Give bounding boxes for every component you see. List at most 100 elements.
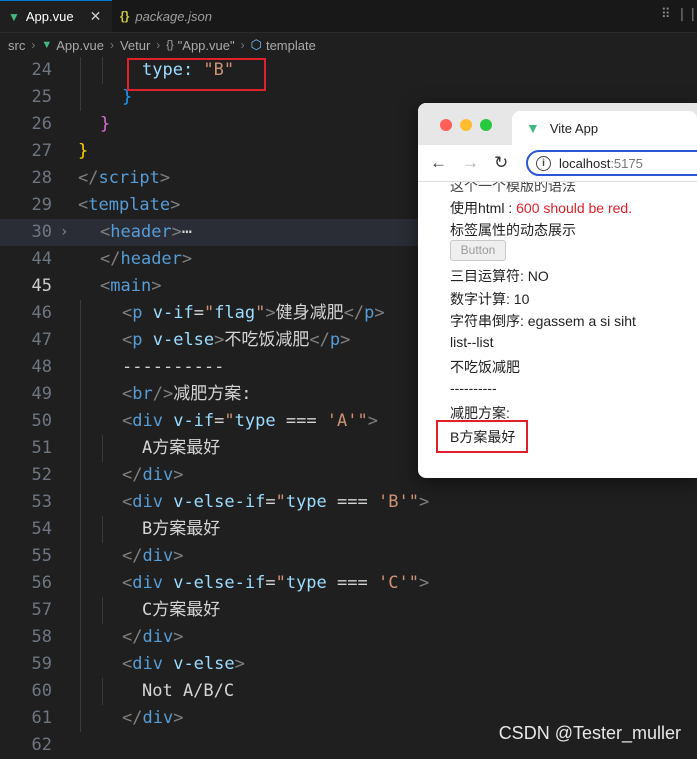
code-token: v-else	[142, 330, 215, 350]
code-token: >	[170, 195, 181, 215]
code-text: </header>	[100, 246, 192, 273]
code-line[interactable]: 53 <div v-else-if="type === 'B'">	[0, 489, 697, 516]
info-icon[interactable]: i	[536, 155, 551, 171]
reload-icon[interactable]: ↻	[494, 153, 508, 173]
dashes-line: ----------	[450, 380, 497, 396]
line-number: 47	[31, 330, 52, 350]
indent-guide	[80, 462, 81, 489]
code-line[interactable]: 24 type: "B"	[0, 57, 697, 84]
back-arrow-icon[interactable]: ←	[430, 153, 447, 173]
code-text: <div v-else-if="type === 'B'">	[122, 489, 429, 516]
maximize-window-icon[interactable]	[480, 119, 492, 131]
line-number: 26	[31, 114, 52, 134]
code-token: A方案最好	[142, 438, 221, 458]
code-token: 不吃饭减肥	[224, 330, 310, 350]
code-line[interactable]: 60 Not A/B/C	[0, 678, 697, 705]
tab-app-vue[interactable]: ▼ App.vue ✕	[0, 0, 112, 32]
line-number: 44	[31, 249, 52, 269]
code-token: >	[173, 627, 184, 647]
code-token: <	[100, 222, 111, 242]
code-line[interactable]: 59 <div v-else>	[0, 651, 697, 678]
indent-guide	[80, 435, 81, 462]
indent-guide	[102, 435, 103, 462]
browser-toolbar: ← → ↻ i localhost:5175	[418, 145, 697, 182]
code-text: }	[78, 138, 88, 165]
breadcrumb-item-vetur[interactable]: Vetur	[120, 38, 150, 53]
tab-package-json[interactable]: {} package.json	[112, 0, 252, 32]
code-token: "	[203, 303, 215, 323]
breadcrumb-item-src[interactable]: src	[8, 38, 25, 53]
indent-guide	[80, 543, 81, 570]
code-token: </	[122, 708, 143, 728]
indent-guide	[80, 327, 81, 354]
tab-label: package.json	[135, 8, 212, 24]
code-token: ===	[326, 573, 378, 593]
split-editor-icon[interactable]: ❘❘	[677, 6, 697, 21]
browser-window: ▼ Vite App ← → ↻ i localhost:5175 这个一个模版…	[418, 103, 697, 478]
code-line[interactable]: 56 <div v-else-if="type === 'C'">	[0, 570, 697, 597]
code-text: <br/>减肥方案:	[122, 381, 251, 408]
code-token: >	[181, 249, 193, 269]
more-actions-icon[interactable]: ⠿	[661, 6, 671, 21]
code-line[interactable]: 58 </div>	[0, 624, 697, 651]
code-token: p	[364, 303, 375, 323]
code-token: p	[132, 330, 143, 350]
code-token: }	[100, 114, 111, 134]
chevron-right-icon: ›	[31, 38, 36, 52]
line-number: 30	[31, 222, 52, 242]
editor-actions: ⠿ ❘❘	[655, 6, 697, 26]
code-token: =	[265, 573, 276, 593]
line-number: 25	[31, 87, 52, 107]
breadcrumb-item-component[interactable]: "App.vue"	[178, 38, 235, 53]
line-number: 49	[31, 384, 52, 404]
line-number: 50	[31, 411, 52, 431]
code-token: >	[234, 654, 245, 674]
code-token: div	[132, 573, 163, 593]
indent-guide	[80, 84, 81, 111]
code-token: "	[408, 492, 419, 512]
breadcrumb-item-template[interactable]: template	[266, 38, 316, 53]
highlight-box-result	[436, 420, 528, 453]
forward-arrow-icon[interactable]: →	[462, 153, 479, 173]
code-token: div	[132, 411, 163, 431]
code-token: ⋯	[181, 222, 193, 242]
code-line[interactable]: 54 B方案最好	[0, 516, 697, 543]
disabled-button[interactable]: Button	[450, 240, 506, 261]
template-syntax-text: 这个一个模版的语法	[450, 182, 576, 194]
code-text: <div v-else>	[122, 651, 245, 678]
browser-tab[interactable]: ▼ Vite App	[512, 111, 697, 145]
address-bar[interactable]: i localhost:5175	[526, 150, 697, 176]
code-token: <	[122, 411, 133, 431]
line-number: 29	[31, 195, 52, 215]
code-token: ----------	[122, 357, 225, 377]
breadcrumb-item-file[interactable]: App.vue	[56, 38, 104, 53]
code-text: <div v-else-if="type === 'C'">	[122, 570, 429, 597]
code-text: <template>	[78, 192, 180, 219]
html-red-text: 600 should be red.	[516, 200, 633, 216]
close-icon[interactable]: ✕	[90, 8, 102, 25]
code-token: C方案最好	[142, 600, 221, 620]
minimize-window-icon[interactable]	[460, 119, 472, 131]
code-text: ----------	[122, 354, 224, 381]
code-line[interactable]: 57 C方案最好	[0, 597, 697, 624]
code-token: }	[78, 141, 89, 161]
close-window-icon[interactable]	[440, 119, 452, 131]
url-host: localhost	[559, 155, 611, 171]
code-token: >	[418, 573, 430, 593]
code-token: >	[374, 303, 385, 323]
code-token: br	[132, 384, 153, 404]
code-line[interactable]: 55 </div>	[0, 543, 697, 570]
code-token: />	[152, 384, 174, 404]
fold-chevron-icon[interactable]: ›	[60, 219, 68, 246]
code-token: >	[159, 168, 171, 188]
code-text: Not A/B/C	[142, 678, 234, 705]
code-token: </	[309, 330, 330, 350]
code-token: </	[100, 249, 121, 269]
editor-tab-bar: ▼ App.vue ✕ {} package.json ⠿ ❘❘	[0, 0, 697, 33]
url-port: :5175	[610, 155, 643, 171]
code-token: p	[329, 330, 341, 350]
code-token: v-if	[162, 411, 215, 431]
indent-guide	[102, 597, 103, 624]
code-token: 'A'	[326, 411, 358, 431]
code-text: </div>	[122, 705, 183, 732]
